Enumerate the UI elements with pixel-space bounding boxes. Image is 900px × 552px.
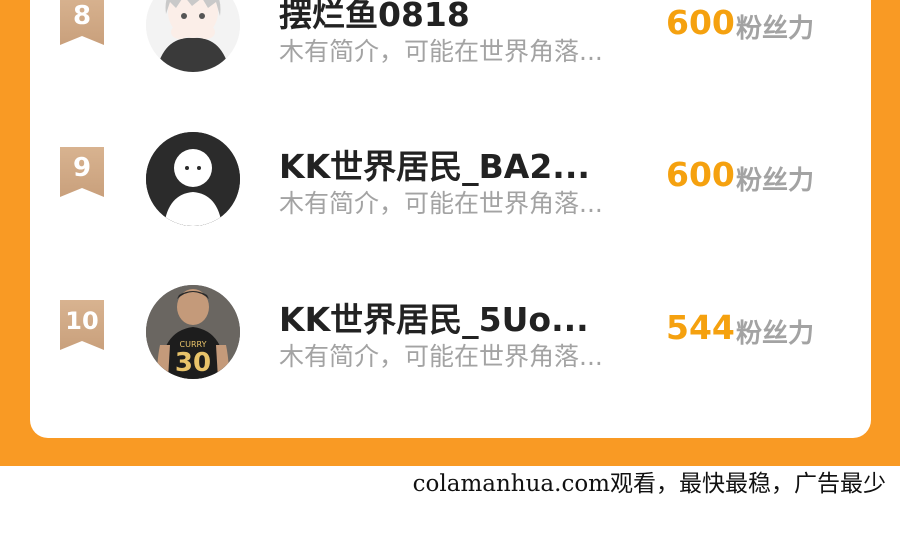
- rank-badge: 8: [60, 0, 104, 45]
- fans-count: 600: [666, 155, 735, 194]
- username[interactable]: 摆烂鱼0818: [279, 0, 470, 36]
- anime-girl-avatar-icon: [146, 0, 240, 72]
- username[interactable]: KK世界居民_5Uo...: [279, 293, 589, 341]
- user-bio: 木有简介，可能在世界角落...: [279, 189, 603, 218]
- default-person-avatar-icon: [146, 132, 240, 226]
- rank-badge: 10: [60, 300, 104, 350]
- basketball-jersey-avatar-icon: CURRY 30: [146, 285, 240, 379]
- username[interactable]: KK世界居民_BA2...: [279, 140, 590, 188]
- user-bio: 木有简介，可能在世界角落...: [279, 37, 603, 66]
- fans-count: 600: [666, 3, 735, 42]
- avatar[interactable]: CURRY 30: [146, 285, 240, 379]
- ranking-row[interactable]: 10 CURRY 30 KK世界居民_5Uo... 木有简介，可能在世界角落..…: [30, 283, 871, 403]
- rank-badge: 9: [60, 147, 104, 197]
- avatar[interactable]: [146, 0, 240, 72]
- fans-label: 粉丝力: [736, 14, 815, 44]
- user-bio: 木有简介，可能在世界角落...: [279, 342, 603, 371]
- fans-label: 粉丝力: [736, 166, 815, 196]
- ranking-card: 8 摆烂鱼0818 木有简介，可能在世界角落... 600 粉丝力 9 KK世界…: [30, 0, 871, 438]
- ranking-row[interactable]: 9 KK世界居民_BA2... 木有简介，可能在世界角落... 600 粉丝力: [30, 130, 871, 250]
- fans-count: 544: [666, 308, 735, 347]
- fans-label: 粉丝力: [736, 319, 815, 349]
- footer-watermark-text: colamanhua.com观看，最快最稳，广告最少: [412, 471, 886, 497]
- ranking-row[interactable]: 8 摆烂鱼0818 木有简介，可能在世界角落... 600 粉丝力: [30, 0, 871, 100]
- avatar[interactable]: [146, 132, 240, 226]
- jersey-number-text: 30: [175, 348, 211, 378]
